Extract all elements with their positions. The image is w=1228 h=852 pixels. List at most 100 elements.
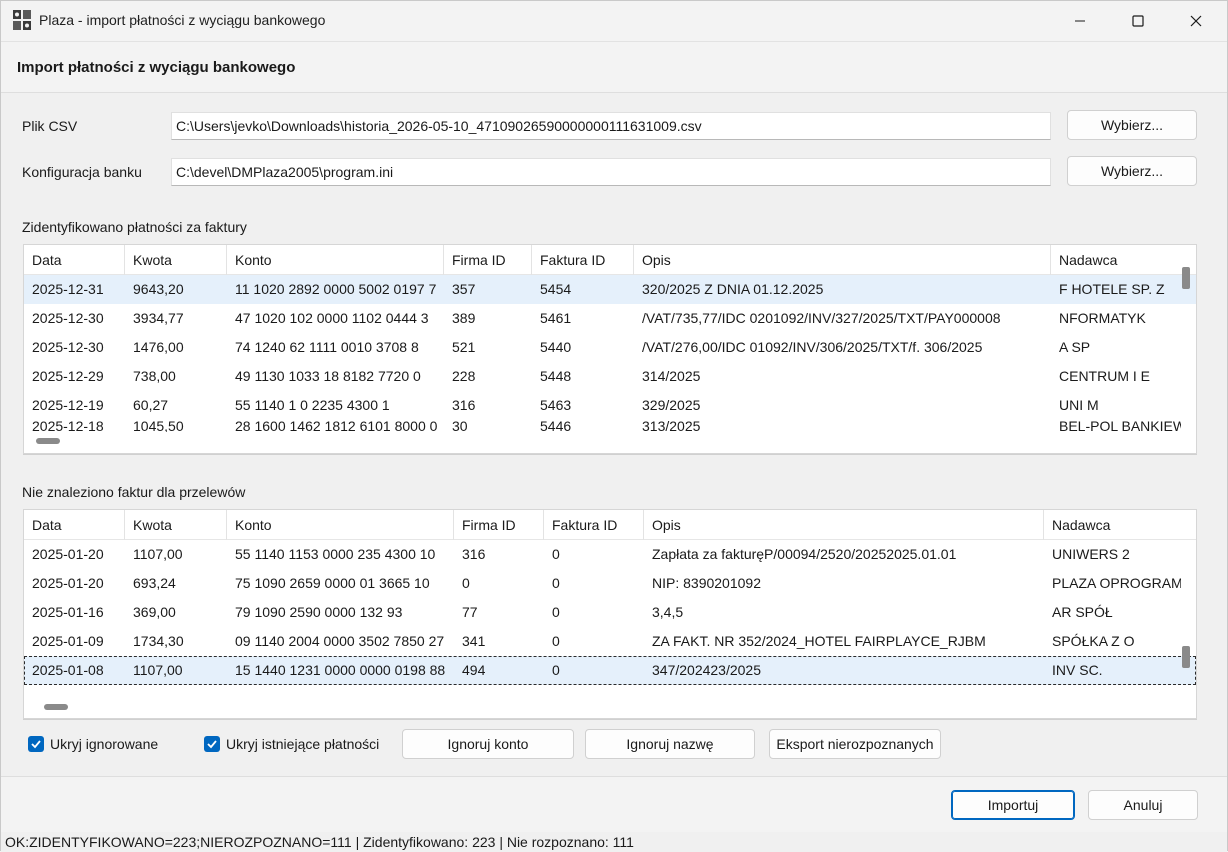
cell-data: 2025-12-31 <box>32 281 104 297</box>
close-button[interactable] <box>1173 1 1219 41</box>
import-button[interactable]: Importuj <box>951 790 1075 820</box>
cell-kwota: 3934,77 <box>133 310 184 326</box>
table-row[interactable]: 2025-12-31 9643,20 11 1020 2892 0000 500… <box>24 275 1196 304</box>
hide-existing-checkbox[interactable]: Ukryj istniejące płatności <box>204 736 379 752</box>
checkbox-checked-icon <box>28 736 44 752</box>
col-header-data[interactable]: Data <box>24 245 125 275</box>
cell-opis: 3,4,5 <box>652 604 684 620</box>
export-unrecognized-button[interactable]: Eksport nierozpoznanych <box>769 729 941 759</box>
cell-data: 2025-01-16 <box>32 604 104 620</box>
cell-konto: 55 1140 1 0 2235 4300 1 <box>235 397 390 413</box>
table-row[interactable]: 2025-12-18 1045,50 28 1600 1462 1812 610… <box>24 420 1196 432</box>
csv-path-field[interactable]: C:\Users\jevko\Downloads\historia_2026-0… <box>171 112 1051 140</box>
table-row[interactable]: 2025-01-09 1734,30 09 1140 2004 0000 350… <box>24 627 1196 656</box>
browse-config-button[interactable]: Wybierz... <box>1067 156 1197 186</box>
not-found-grid[interactable]: Data Kwota Konto Firma ID Faktura ID Opi… <box>23 509 1197 719</box>
cell-firma-id: 341 <box>462 633 486 649</box>
col-header-firma-id[interactable]: Firma ID <box>454 510 544 540</box>
col-header-konto[interactable]: Konto <box>227 245 444 275</box>
table-row[interactable]: 2025-12-19 60,27 55 1140 1 0 2235 4300 1… <box>24 391 1196 420</box>
browse-csv-button[interactable]: Wybierz... <box>1067 110 1197 140</box>
cell-kwota: 693,24 <box>133 575 176 591</box>
col-header-faktura-id[interactable]: Faktura ID <box>532 245 634 275</box>
cell-opis: 347/202423/2025 <box>652 662 761 678</box>
config-path-field[interactable]: C:\devel\DMPlaza2005\program.ini <box>171 158 1051 186</box>
cell-data: 2025-01-20 <box>32 575 104 591</box>
table-row[interactable]: 2025-01-20 1107,00 55 1140 1153 0000 235… <box>24 540 1196 569</box>
cell-faktura-id: 0 <box>552 633 560 649</box>
cell-opis: 314/2025 <box>642 368 701 384</box>
ignore-name-button[interactable]: Ignoruj nazwę <box>585 729 755 759</box>
cell-faktura-id: 0 <box>552 546 560 562</box>
identified-hscroll-thumb[interactable] <box>36 438 60 444</box>
cell-konto: 47 1020 102 0000 1102 0444 3 <box>235 310 429 326</box>
cell-faktura-id: 5461 <box>540 310 572 326</box>
cell-firma-id: 357 <box>452 281 476 297</box>
col-header-nadawca[interactable]: Nadawca <box>1044 510 1191 540</box>
identified-grid-header: Data Kwota Konto Firma ID Faktura ID Opi… <box>24 245 1196 275</box>
maximize-button[interactable] <box>1115 1 1161 41</box>
checkbox-checked-icon <box>204 736 220 752</box>
cell-nadawca: UNI M <box>1059 397 1099 413</box>
not-found-vscroll-thumb[interactable] <box>1182 646 1190 668</box>
cell-nadawca: F HOTELE SP. Z <box>1059 281 1165 297</box>
col-header-opis[interactable]: Opis <box>644 510 1044 540</box>
cell-kwota: 1107,00 <box>133 662 183 678</box>
ignore-account-button[interactable]: Ignoruj konto <box>402 729 574 759</box>
cancel-button[interactable]: Anuluj <box>1088 790 1198 820</box>
cell-konto: 11 1020 2892 0000 5002 0197 7 <box>235 281 437 297</box>
col-header-kwota[interactable]: Kwota <box>125 245 227 275</box>
config-label: Konfiguracja banku <box>22 164 142 180</box>
main-window: Plaza - import płatności z wyciągu banko… <box>0 0 1228 852</box>
col-header-firma-id[interactable]: Firma ID <box>444 245 532 275</box>
cell-firma-id: 0 <box>462 575 470 591</box>
cell-kwota: 1045,50 <box>133 420 184 432</box>
hide-ignored-label: Ukryj ignorowane <box>50 736 159 752</box>
col-header-kwota[interactable]: Kwota <box>125 510 227 540</box>
identified-section-label: Zidentyfikowano płatności za faktury <box>22 219 247 235</box>
identified-grid[interactable]: Data Kwota Konto Firma ID Faktura ID Opi… <box>23 244 1197 454</box>
divider <box>23 454 1197 455</box>
cell-faktura-id: 5448 <box>540 368 572 384</box>
cell-kwota: 738,00 <box>133 368 176 384</box>
cell-data: 2025-12-30 <box>32 310 104 326</box>
cell-firma-id: 389 <box>452 310 476 326</box>
window-title: Plaza - import płatności z wyciągu banko… <box>39 12 326 28</box>
minimize-button[interactable] <box>1057 1 1103 41</box>
cell-nadawca: SPÓŁKA Z O <box>1052 633 1135 649</box>
col-header-konto[interactable]: Konto <box>227 510 454 540</box>
cell-konto: 74 1240 62 1111 0010 3708 8 <box>235 339 419 355</box>
not-found-hscroll-thumb[interactable] <box>44 704 68 710</box>
not-found-section-label: Nie znaleziono faktur dla przelewów <box>22 484 246 500</box>
cell-nadawca: AR SPÓŁ <box>1052 604 1113 620</box>
table-row[interactable]: 2025-12-30 3934,77 47 1020 102 0000 1102… <box>24 304 1196 333</box>
status-bar: OK:ZIDENTYFIKOWANO=223;NIEROZPOZNANO=111… <box>1 832 1227 852</box>
cell-opis: 329/2025 <box>642 397 701 413</box>
col-header-nadawca[interactable]: Nadawca <box>1051 245 1191 275</box>
identified-vscroll-thumb[interactable] <box>1182 267 1190 289</box>
cell-nadawca: PLAZA OPROGRAM <box>1052 575 1181 591</box>
table-row[interactable]: 2025-12-29 738,00 49 1130 1033 18 8182 7… <box>24 362 1196 391</box>
table-row-selected[interactable]: 2025-01-08 1107,00 15 1440 1231 0000 000… <box>24 656 1196 685</box>
table-row[interactable]: 2025-01-16 369,00 79 1090 2590 0000 132 … <box>24 598 1196 627</box>
page-title: Import płatności z wyciągu bankowego <box>17 59 296 76</box>
cell-kwota: 1476,00 <box>133 339 184 355</box>
cell-firma-id: 30 <box>452 420 468 432</box>
cell-nadawca: NFORMATYK <box>1059 310 1146 326</box>
cell-data: 2025-01-09 <box>32 633 104 649</box>
cell-faktura-id: 0 <box>552 604 560 620</box>
col-header-faktura-id[interactable]: Faktura ID <box>544 510 644 540</box>
table-row[interactable]: 2025-12-30 1476,00 74 1240 62 1111 0010 … <box>24 333 1196 362</box>
cell-faktura-id: 0 <box>552 575 560 591</box>
col-header-opis[interactable]: Opis <box>634 245 1051 275</box>
hide-ignored-checkbox[interactable]: Ukryj ignorowane <box>28 736 158 752</box>
cell-kwota: 1734,30 <box>133 633 184 649</box>
cell-data: 2025-01-20 <box>32 546 104 562</box>
table-row[interactable]: 2025-01-20 693,24 75 1090 2659 0000 01 3… <box>24 569 1196 598</box>
cell-data: 2025-12-30 <box>32 339 104 355</box>
cell-nadawca: A SP <box>1059 339 1091 355</box>
col-header-data[interactable]: Data <box>24 510 125 540</box>
cell-firma-id: 494 <box>462 662 486 678</box>
cell-kwota: 60,27 <box>133 397 169 413</box>
app-icon <box>13 10 31 30</box>
